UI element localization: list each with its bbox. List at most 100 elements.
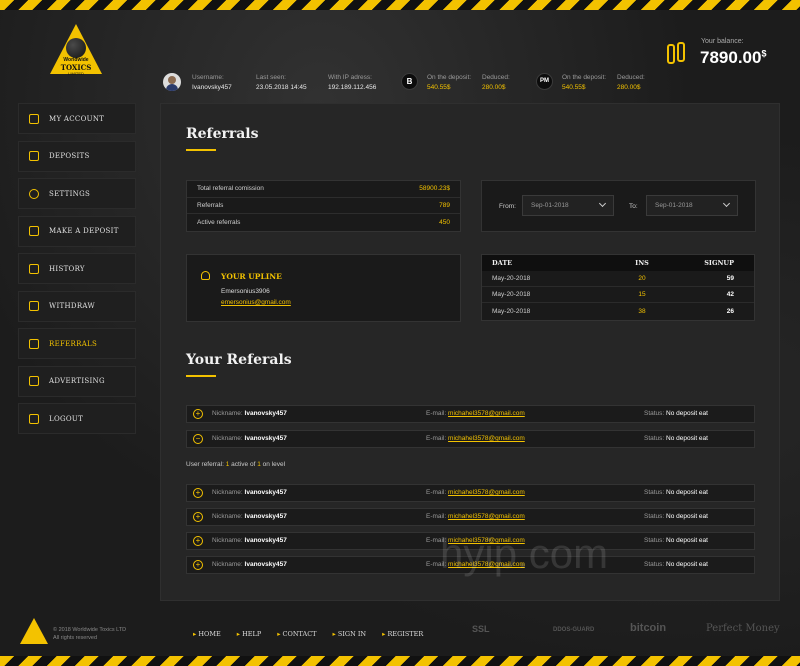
deposit-icon [29, 226, 39, 236]
pm-deposit-block: On the deposit: 540.55$ [562, 74, 606, 91]
ssl-badge: SSL [472, 624, 490, 634]
email-label: E-mail: [426, 489, 447, 496]
nickname: Nickname: Ivanovsky457 [212, 537, 287, 544]
pm-deduced-block: Deduced: 280.00$ [617, 74, 645, 91]
status-label: Status: [644, 537, 665, 544]
table-row: May-20-2018 20 59 [482, 271, 754, 287]
table-row: May-20-2018 38 26 [482, 303, 754, 319]
sidebar-item-advertising[interactable]: ADVERTISING [18, 365, 136, 397]
footer-nav: HOME HELP CONTACT SIGN IN REGISTER [193, 630, 439, 638]
status-value: No deposit eat [666, 410, 708, 417]
sidebar-item-referrals[interactable]: REFERRALS [18, 328, 136, 359]
coins-icon [667, 42, 689, 64]
stat-row: Total referral comission 58900.23$ [187, 181, 460, 198]
btc-deduced-label: Deduced: [482, 74, 510, 81]
email-link[interactable]: michahel3578@gmail.com [448, 410, 525, 417]
status-value: No deposit eat [666, 561, 708, 568]
stat-label: Referrals [197, 201, 224, 209]
lastseen-value: 23.05.2018 14:45 [256, 84, 307, 91]
from-date-select[interactable]: Sep-01-2018 [522, 195, 614, 216]
rights-line: All rights reserved [53, 635, 98, 641]
chevron-down-icon [598, 199, 607, 208]
from-label: From: [499, 203, 516, 210]
username-value: Ivanovsky457 [192, 84, 232, 91]
sidebar-item-history[interactable]: HISTORY [18, 253, 136, 284]
cell-ins: 15 [638, 291, 646, 298]
footer-link-home[interactable]: HOME [193, 630, 220, 638]
footer-link-help[interactable]: HELP [237, 630, 261, 638]
sidebar-item-withdraw[interactable]: WITHDRAW [18, 290, 136, 322]
watermark: hyip.com [440, 530, 609, 577]
upline-box: YOUR UPLINE Emersonius3906 emersonius@gm… [186, 254, 461, 322]
email: E-mail: michahel3578@gmail.com [426, 489, 525, 496]
referral-row[interactable]: + Nickname: Ivanovsky457 E-mail: michahe… [186, 484, 755, 502]
status: Status: No deposit eat [644, 489, 708, 496]
stat-label: Total referral comission [197, 185, 264, 193]
status-value: No deposit eat [666, 537, 708, 544]
avatar[interactable] [163, 73, 181, 91]
btc-deduced-value: 280.00$ [482, 84, 506, 91]
status-label: Status: [644, 489, 665, 496]
collapse-icon[interactable]: − [193, 434, 203, 444]
sidebar-item-logout[interactable]: LOGOUT [18, 403, 136, 434]
expand-icon[interactable]: + [193, 488, 203, 498]
sidebar-item-label: MY ACCOUNT [49, 114, 105, 123]
sidebar-item-label: REFERRALS [49, 339, 98, 348]
footer-link-contact[interactable]: CONTACT [277, 630, 317, 638]
to-label: To: [629, 203, 638, 210]
section-underline [186, 375, 216, 377]
globe-icon [66, 38, 86, 58]
sidebar-item-my-account[interactable]: MY ACCOUNT [18, 103, 136, 134]
sidebar-item-make-deposit[interactable]: MAKE A DEPOSIT [18, 215, 136, 247]
status: Status: No deposit eat [644, 561, 708, 568]
column-header-signup: SIGNUP [704, 259, 734, 267]
expand-icon[interactable]: + [193, 409, 203, 419]
email-link[interactable]: michahel3578@gmail.com [448, 489, 525, 496]
email-label: E-mail: [426, 513, 447, 520]
account-icon [29, 113, 39, 124]
nickname-value: Ivanovsky457 [244, 537, 287, 544]
footer-link-register[interactable]: REGISTER [382, 630, 423, 638]
logo[interactable]: Worldwide TOXICS LIMITED [50, 22, 102, 76]
nickname-label: Nickname: [212, 489, 243, 496]
referral-row[interactable]: + Nickname: Ivanovsky457 E-mail: michahe… [186, 508, 755, 526]
ip-label: With IP adress: [328, 74, 372, 81]
title-underline [186, 149, 216, 151]
nickname-value: Ivanovsky457 [244, 410, 287, 417]
nickname-value: Ivanovsky457 [244, 489, 287, 496]
sidebar-item-label: LOGOUT [49, 414, 84, 423]
email: E-mail: michahel3578@gmail.com [426, 410, 525, 417]
balance-currency: $ [761, 48, 767, 59]
sidebar-item-settings[interactable]: SETTINGS [18, 178, 136, 209]
status: Status: No deposit eat [644, 435, 708, 442]
nickname: Nickname: Ivanovsky457 [212, 561, 287, 568]
level-info: User referral: 1 active of 1 on level [186, 461, 285, 468]
footer-logo[interactable] [20, 618, 48, 644]
footer-link-signin[interactable]: SIGN IN [333, 630, 366, 638]
email: E-mail: michahel3578@gmail.com [426, 513, 525, 520]
referral-row[interactable]: + Nickname: Ivanovsky457 E-mail: michahe… [186, 405, 755, 423]
footer-logo-triangle [20, 618, 48, 644]
ip-block: With IP adress: 192.189.112.456 [328, 74, 376, 91]
upline-email-link[interactable]: emersonius@gmail.com [221, 299, 291, 306]
cell-date: May-20-2018 [492, 307, 531, 315]
chevron-down-icon [722, 199, 731, 208]
cell-date: May-20-2018 [492, 291, 531, 298]
to-date-select[interactable]: Sep-01-2018 [646, 195, 738, 216]
perfect-money-icon: PM [536, 73, 553, 90]
section-title: Your Referals [186, 352, 292, 368]
referrals-icon [29, 338, 39, 349]
email: E-mail: michahel3578@gmail.com [426, 435, 525, 442]
withdraw-icon [29, 301, 39, 311]
expand-icon[interactable]: + [193, 560, 203, 570]
nickname-label: Nickname: [212, 435, 243, 442]
referral-row[interactable]: − Nickname: Ivanovsky457 E-mail: michahe… [186, 430, 755, 448]
expand-icon[interactable]: + [193, 536, 203, 546]
username-block: Username: Ivanovsky457 [192, 74, 232, 91]
email-link[interactable]: michahel3578@gmail.com [448, 513, 525, 520]
cell-signup: 26 [726, 307, 734, 315]
sidebar-item-deposits[interactable]: DEPOSITS [18, 140, 136, 172]
expand-icon[interactable]: + [193, 512, 203, 522]
email-link[interactable]: michahel3578@gmail.com [448, 435, 525, 442]
main-panel: Referrals Total referral comission 58900.… [160, 103, 780, 601]
